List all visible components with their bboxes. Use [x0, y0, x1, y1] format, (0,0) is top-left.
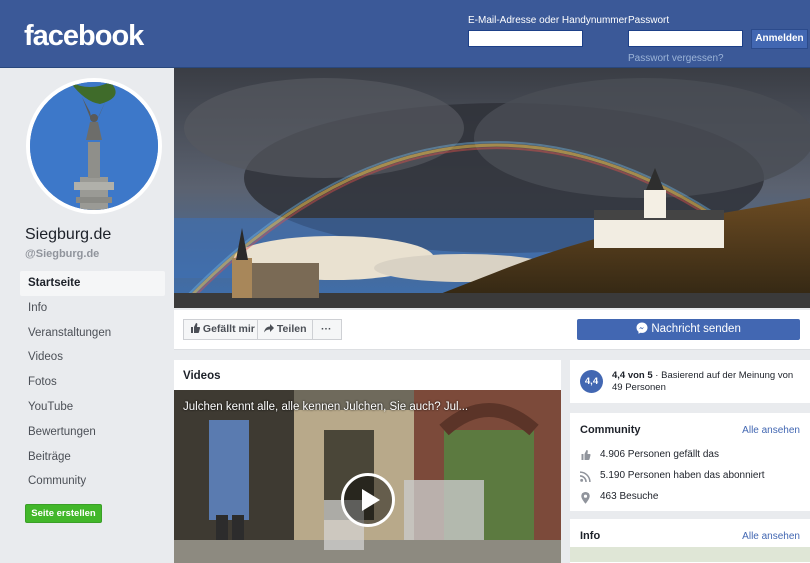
- community-see-all-link[interactable]: Alle ansehen: [742, 425, 800, 436]
- play-button[interactable]: [341, 473, 395, 527]
- top-bar: facebook E-Mail-Adresse oder Handynummer…: [0, 0, 810, 68]
- like-label: Gefällt mir: [202, 323, 255, 335]
- community-card: Community Alle ansehen 4.906 Personen ge…: [570, 413, 810, 511]
- map-preview[interactable]: [570, 547, 810, 562]
- rating-summary: 4,4 von 5 · Basierend auf der Meinung vo…: [612, 370, 800, 394]
- video-title[interactable]: Julchen kennt alle, alle kennen Julchen,…: [183, 401, 468, 413]
- like-button[interactable]: Gefällt mir: [183, 319, 258, 340]
- share-button[interactable]: Teilen: [257, 319, 313, 340]
- share-label: Teilen: [276, 323, 307, 335]
- rss-icon: [580, 471, 591, 482]
- forgot-password-link[interactable]: Passwort vergessen?: [628, 53, 724, 64]
- info-see-all-link[interactable]: Alle ansehen: [742, 531, 800, 542]
- share-icon: [264, 324, 274, 333]
- page-handle[interactable]: @Siegburg.de: [25, 248, 99, 260]
- left-sidebar: Siegburg.de @Siegburg.de Startseite Info…: [0, 68, 173, 563]
- cover-landscape-image: [174, 68, 810, 308]
- avatar[interactable]: [26, 78, 162, 214]
- nav-item-bewertungen[interactable]: Bewertungen: [20, 420, 165, 445]
- nav-item-startseite[interactable]: Startseite: [20, 271, 165, 296]
- facebook-logo[interactable]: facebook: [24, 20, 144, 53]
- messenger-icon: [636, 322, 648, 334]
- create-page-button[interactable]: Seite erstellen: [25, 504, 102, 523]
- login-button[interactable]: Anmelden: [751, 29, 808, 49]
- checkins-count: 463 Besuche: [600, 491, 659, 502]
- videos-heading[interactable]: Videos: [183, 370, 221, 382]
- rating-score-text: 4,4 von 5: [612, 370, 653, 381]
- rating-badge[interactable]: 4,4: [580, 370, 603, 393]
- password-input[interactable]: [628, 30, 743, 47]
- send-message-button[interactable]: Nachricht senden: [577, 319, 800, 340]
- thumbs-up-icon: [581, 450, 591, 460]
- videos-card: Videos Julchen kennt alle, alle kennen J…: [174, 360, 561, 563]
- thumbs-up-icon: [191, 323, 201, 333]
- cover-photo[interactable]: [174, 68, 810, 308]
- page-nav: Startseite Info Veranstaltungen Videos F…: [20, 271, 165, 494]
- video-player[interactable]: Julchen kennt alle, alle kennen Julchen,…: [174, 390, 561, 563]
- nav-item-beitraege[interactable]: Beiträge: [20, 445, 165, 470]
- community-heading: Community: [580, 424, 641, 436]
- rating-card: 4,4 4,4 von 5 · Basierend auf der Meinun…: [570, 360, 810, 403]
- nav-item-fotos[interactable]: Fotos: [20, 370, 165, 395]
- play-icon: [362, 489, 380, 511]
- nav-item-veranstaltungen[interactable]: Veranstaltungen: [20, 321, 165, 346]
- avatar-statue-image: [30, 82, 158, 210]
- send-message-label: Nachricht senden: [651, 323, 741, 335]
- nav-item-videos[interactable]: Videos: [20, 345, 165, 370]
- likes-count: 4.906 Personen gefällt das: [600, 449, 719, 460]
- nav-item-youtube[interactable]: YouTube: [20, 395, 165, 420]
- password-label: Passwort: [628, 15, 670, 26]
- email-label: E-Mail-Adresse oder Handynummer: [468, 15, 628, 26]
- followers-count: 5.190 Personen haben das abonniert: [600, 470, 765, 481]
- nav-item-info[interactable]: Info: [20, 296, 165, 321]
- location-pin-icon: [581, 492, 590, 504]
- page-action-bar: Gefällt mir Teilen ··· Nachricht senden: [174, 310, 810, 350]
- info-heading: Info: [580, 530, 601, 542]
- page-title[interactable]: Siegburg.de: [25, 226, 111, 244]
- nav-item-community[interactable]: Community: [20, 469, 165, 494]
- email-input[interactable]: [468, 30, 583, 47]
- info-card: Info Alle ansehen: [570, 519, 810, 563]
- more-options-button[interactable]: ···: [312, 319, 342, 340]
